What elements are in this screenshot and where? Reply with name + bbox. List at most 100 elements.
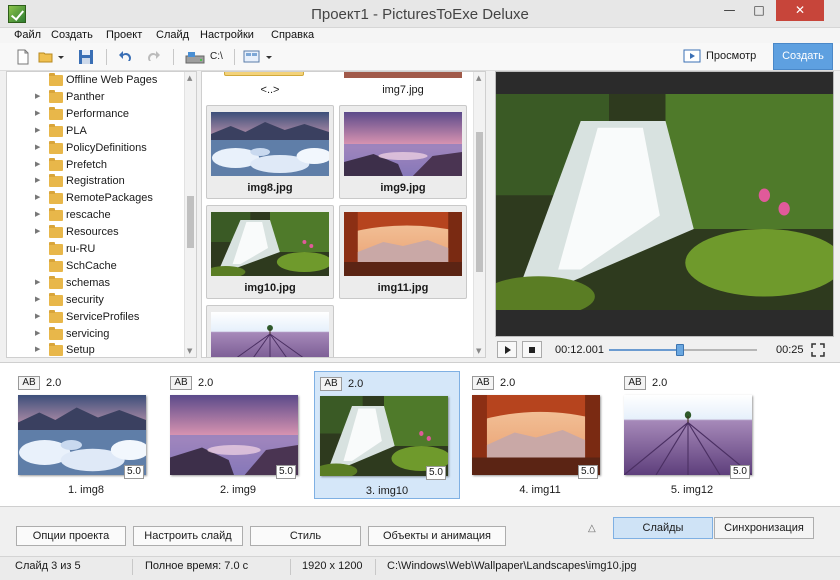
menu-file[interactable]: Файл bbox=[14, 28, 41, 42]
minimize-button[interactable]: — bbox=[715, 0, 744, 21]
file-tile[interactable]: img9.jpg bbox=[339, 105, 467, 199]
file-tile[interactable]: img11.jpg bbox=[339, 205, 467, 299]
file-tile[interactable]: img10.jpg bbox=[206, 205, 334, 299]
tree-folder[interactable]: ▶ RemotePackages bbox=[7, 190, 183, 207]
slide-item[interactable]: AB 2.0 5.0 1. img8 bbox=[13, 371, 159, 499]
expand-arrow-icon[interactable]: ▶ bbox=[35, 176, 40, 184]
folder-icon bbox=[49, 292, 63, 306]
slider-knob[interactable] bbox=[676, 344, 685, 356]
fullscreen-icon[interactable] bbox=[811, 343, 825, 357]
tree-folder[interactable]: ▶ Panther bbox=[7, 89, 183, 106]
tree-folder[interactable]: ▶ Registration bbox=[7, 173, 183, 190]
drive-label[interactable]: C:\ bbox=[210, 51, 223, 62]
transition-ab-badge[interactable]: AB bbox=[472, 376, 494, 390]
scroll-down-icon[interactable]: ▼ bbox=[187, 347, 192, 355]
expand-arrow-icon[interactable]: ▶ bbox=[35, 345, 40, 353]
objects-animation-button[interactable]: Объекты и анимация bbox=[368, 526, 506, 546]
expand-arrow-icon[interactable]: ▶ bbox=[35, 160, 40, 168]
transition-ab-badge[interactable]: AB bbox=[624, 376, 646, 390]
file-browser[interactable]: <..> img7.jpg img8.jpg img9.jpg img10.jp… bbox=[201, 71, 486, 358]
slide-item[interactable]: AB 2.0 5.0 2. img9 bbox=[165, 371, 311, 499]
parent-folder-label[interactable]: <..> bbox=[206, 84, 334, 96]
menu-project[interactable]: Проект bbox=[106, 28, 142, 42]
expand-arrow-icon[interactable]: ▶ bbox=[35, 92, 40, 100]
scroll-down-icon[interactable]: ▼ bbox=[476, 347, 481, 355]
tree-folder-label: PolicyDefinitions bbox=[66, 141, 147, 154]
drive-icon[interactable] bbox=[184, 48, 206, 66]
menu-settings[interactable]: Настройки bbox=[200, 28, 254, 42]
tree-folder[interactable]: SchCache bbox=[7, 258, 183, 275]
tree-folder[interactable]: ru-RU bbox=[7, 241, 183, 258]
tree-scrollbar[interactable]: ▲ ▼ bbox=[184, 72, 196, 357]
tree-folder[interactable]: ▶ schemas bbox=[7, 275, 183, 292]
create-button[interactable]: Создать bbox=[773, 43, 833, 70]
stop-button[interactable] bbox=[522, 341, 542, 358]
file-tile[interactable]: img8.jpg bbox=[206, 105, 334, 199]
save-icon[interactable] bbox=[77, 48, 95, 66]
menu-slide[interactable]: Слайд bbox=[156, 28, 189, 42]
play-button[interactable] bbox=[497, 341, 517, 358]
project-options-button[interactable]: Опции проекта bbox=[16, 526, 126, 546]
scroll-thumb[interactable] bbox=[476, 132, 483, 272]
file-thumbnail[interactable] bbox=[344, 72, 462, 78]
parent-folder-icon[interactable] bbox=[224, 72, 304, 76]
scroll-up-icon[interactable]: ▲ bbox=[476, 74, 481, 82]
redo-icon[interactable] bbox=[144, 48, 162, 66]
expand-arrow-icon[interactable]: ▶ bbox=[35, 312, 40, 320]
maximize-button[interactable]: □ bbox=[745, 0, 773, 21]
chevron-down-icon[interactable] bbox=[56, 48, 66, 66]
slide-list[interactable]: AB 2.0 5.0 1. img8 AB 2.0 5.0 2. img9 AB 2.0 5.0 3.… bbox=[0, 362, 840, 507]
status-bar: Слайд 3 из 5 Полное время: 7.0 с 1920 x … bbox=[0, 556, 840, 580]
expand-arrow-icon[interactable]: ▶ bbox=[35, 109, 40, 117]
view-mode-icon[interactable] bbox=[242, 48, 262, 66]
transition-ab-badge[interactable]: AB bbox=[18, 376, 40, 390]
menu-create[interactable]: Создать bbox=[51, 28, 93, 42]
customize-slide-button[interactable]: Настроить слайд bbox=[133, 526, 243, 546]
slide-name: 3. img10 bbox=[365, 485, 409, 497]
menu-help[interactable]: Справка bbox=[271, 28, 314, 42]
expand-arrow-icon[interactable]: ▶ bbox=[35, 329, 40, 337]
slide-item[interactable]: AB 2.0 5.0 5. img12 bbox=[619, 371, 765, 499]
collapse-icon[interactable]: △ bbox=[588, 523, 596, 534]
tree-folder[interactable]: ▶ ServiceProfiles bbox=[7, 309, 183, 326]
scroll-up-icon[interactable]: ▲ bbox=[187, 74, 192, 82]
tab-sync[interactable]: Синхронизация bbox=[714, 517, 814, 539]
timeline-slider[interactable] bbox=[609, 344, 757, 356]
tree-folder[interactable]: ▶ Resources bbox=[7, 224, 183, 241]
tree-folder[interactable]: ▶ PLA bbox=[7, 123, 183, 140]
expand-arrow-icon[interactable]: ▶ bbox=[35, 210, 40, 218]
chevron-down-icon[interactable] bbox=[264, 48, 274, 66]
tree-folder[interactable]: ▶ Setup bbox=[7, 342, 183, 357]
slide-item[interactable]: AB 2.0 5.0 3. img10 bbox=[314, 371, 460, 499]
transition-ab-badge[interactable]: AB bbox=[170, 376, 192, 390]
expand-arrow-icon[interactable]: ▶ bbox=[35, 295, 40, 303]
new-file-icon[interactable] bbox=[14, 48, 32, 66]
expand-arrow-icon[interactable]: ▶ bbox=[35, 227, 40, 235]
tree-folder[interactable]: ▶ security bbox=[7, 292, 183, 309]
expand-arrow-icon[interactable]: ▶ bbox=[35, 143, 40, 151]
transition-ab-badge[interactable]: AB bbox=[320, 377, 342, 391]
close-button[interactable]: ✕ bbox=[776, 0, 824, 21]
tree-folder[interactable]: ▶ PolicyDefinitions bbox=[7, 140, 183, 157]
tree-folder[interactable]: ▶ servicing bbox=[7, 326, 183, 343]
tree-folder[interactable]: ▶ Prefetch bbox=[7, 157, 183, 174]
scroll-thumb[interactable] bbox=[187, 196, 194, 248]
expand-arrow-icon[interactable]: ▶ bbox=[35, 193, 40, 201]
tree-folder[interactable]: ▶ Performance bbox=[7, 106, 183, 123]
preview-button[interactable]: Просмотр bbox=[680, 47, 772, 67]
files-scrollbar[interactable]: ▲ ▼ bbox=[473, 72, 485, 357]
file-name[interactable]: img7.jpg bbox=[339, 84, 467, 96]
file-tile[interactable] bbox=[206, 305, 334, 357]
undo-icon[interactable] bbox=[117, 48, 135, 66]
expand-arrow-icon[interactable]: ▶ bbox=[35, 126, 40, 134]
open-folder-icon[interactable] bbox=[37, 48, 55, 66]
style-button[interactable]: Стиль bbox=[250, 526, 361, 546]
slide-thumbnail bbox=[472, 395, 600, 475]
status-separator bbox=[290, 559, 291, 575]
tab-slides[interactable]: Слайды bbox=[613, 517, 713, 539]
expand-arrow-icon[interactable]: ▶ bbox=[35, 278, 40, 286]
tree-folder[interactable]: Offline Web Pages bbox=[7, 72, 183, 89]
folder-tree[interactable]: Offline Web Pages ▶ Panther ▶ Performance ▶ PL… bbox=[6, 71, 197, 358]
slide-item[interactable]: AB 2.0 5.0 4. img11 bbox=[467, 371, 613, 499]
tree-folder[interactable]: ▶ rescache bbox=[7, 207, 183, 224]
